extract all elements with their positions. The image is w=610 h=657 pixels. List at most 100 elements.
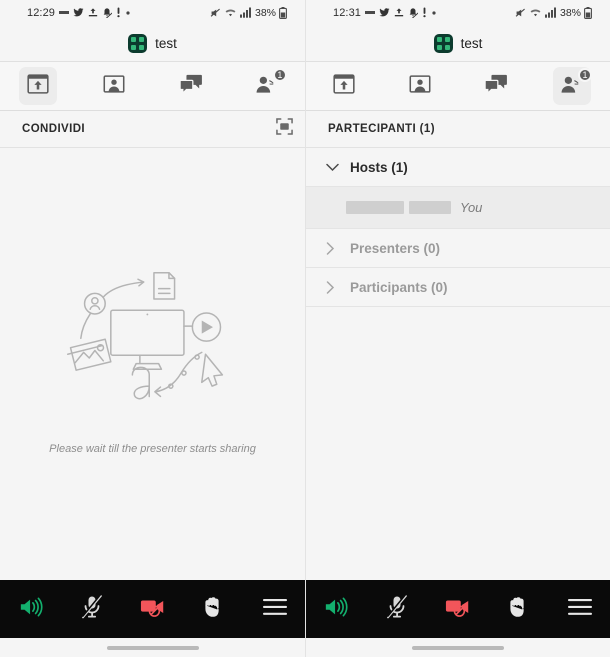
tab-participants[interactable]: 1 [534, 61, 610, 111]
sim-card-icon [59, 9, 70, 17]
more-options-button[interactable] [549, 580, 610, 638]
download-icon [88, 7, 98, 18]
person-video-icon [103, 74, 125, 98]
left-tab-bar: 1 [0, 61, 305, 111]
right-system-nav-bar [306, 638, 610, 657]
mic-off-icon [386, 593, 408, 624]
dual-screenshot-container: 12:29 38% test 1 CONDIVIDI Please wait t… [0, 0, 610, 657]
redacted-name-part-1 [346, 201, 404, 214]
wifi-icon [529, 7, 542, 18]
speaker-on-icon [19, 596, 43, 623]
chevron-right-icon [326, 241, 342, 255]
raise-hand-button[interactable] [488, 580, 549, 638]
tab-participants[interactable]: 1 [229, 61, 305, 111]
participants-count-badge: 1 [578, 68, 592, 82]
right-app-title-bar: test [306, 25, 610, 61]
speaker-on-icon [324, 596, 348, 623]
share-placeholder-body: Please wait till the presenter starts sh… [0, 148, 305, 580]
download-icon [394, 7, 404, 18]
dot-icon [125, 10, 131, 16]
participant-row-host[interactable]: You [306, 187, 610, 229]
meeting-title: test [155, 35, 177, 51]
section-title: PARTECIPANTI (1) [328, 123, 435, 135]
chevron-down-icon [326, 163, 342, 172]
tab-share-screen[interactable] [0, 61, 76, 111]
redacted-name-part-2 [409, 201, 451, 214]
status-bar-left-group: 12:31 [333, 7, 437, 19]
alert-icon [116, 7, 121, 18]
ringer-off-icon [514, 7, 526, 19]
tab-chat[interactable] [153, 61, 229, 111]
battery-icon [584, 6, 592, 19]
mute-bell-icon [408, 7, 419, 18]
tab-video[interactable] [382, 61, 458, 111]
screen-sharing-illustration [58, 268, 248, 423]
screen-share-icon [333, 73, 355, 99]
home-gesture-pill[interactable] [412, 645, 504, 650]
mute-bell-icon [102, 7, 113, 18]
group-label: Hosts (1) [350, 159, 408, 175]
camera-button[interactable] [122, 580, 183, 638]
group-label: Presenters (0) [350, 240, 441, 256]
dot-icon [431, 10, 437, 16]
fullscreen-icon[interactable] [276, 118, 293, 140]
left-bottom-controls [0, 580, 305, 638]
battery-percentage: 38% [559, 6, 581, 19]
chat-bubbles-icon [484, 74, 508, 99]
group-row-presenters[interactable]: Presenters (0) [306, 229, 610, 268]
hand-icon [507, 595, 531, 624]
home-gesture-pill[interactable] [106, 645, 199, 650]
person-video-icon [409, 74, 431, 98]
twitter-icon [73, 7, 84, 18]
right-tab-bar: 1 [306, 61, 610, 111]
signal-icon [544, 7, 557, 18]
speaker-button[interactable] [306, 580, 367, 638]
left-status-bar: 12:29 38% [0, 0, 305, 25]
status-bar-clock: 12:31 [333, 6, 362, 19]
battery-icon [279, 6, 287, 19]
camera-off-icon [445, 596, 471, 623]
mic-off-icon [81, 593, 103, 624]
section-title: CONDIVIDI [22, 123, 86, 135]
hamburger-menu-icon [567, 598, 592, 621]
right-bottom-controls [306, 580, 610, 638]
right-section-bar: PARTECIPANTI (1) [306, 111, 610, 148]
microphone-button[interactable] [367, 580, 428, 638]
participants-list: Hosts (1) You Presenters (0) Participant… [306, 148, 610, 580]
tab-chat[interactable] [458, 61, 534, 111]
app-grid-logo [128, 33, 148, 53]
participants-empty-area [306, 307, 610, 580]
chat-bubbles-icon [179, 74, 203, 99]
left-section-bar: CONDIVIDI [0, 111, 305, 148]
twitter-icon [379, 7, 390, 18]
status-bar-clock: 12:29 [27, 6, 56, 19]
left-system-nav-bar [0, 638, 305, 657]
camera-off-icon [140, 596, 166, 623]
left-phone-screen: 12:29 38% test 1 CONDIVIDI Please wait t… [0, 0, 305, 657]
right-status-bar: 12:31 38% [306, 0, 610, 25]
hamburger-menu-icon [262, 598, 287, 621]
chevron-right-icon [326, 280, 342, 294]
app-grid-logo [433, 33, 453, 53]
more-options-button[interactable] [244, 580, 305, 638]
battery-percentage: 38% [254, 6, 276, 19]
status-bar-right-group: 38% [514, 6, 592, 19]
sim-card-icon [365, 9, 376, 17]
camera-button[interactable] [428, 580, 489, 638]
status-bar-left-group: 12:29 [27, 7, 131, 19]
microphone-button[interactable] [61, 580, 122, 638]
group-row-participants[interactable]: Participants (0) [306, 268, 610, 307]
participants-count-badge: 1 [272, 68, 287, 82]
raise-hand-button[interactable] [183, 580, 244, 638]
tab-video[interactable] [76, 61, 152, 111]
tab-share-screen[interactable] [306, 61, 382, 111]
left-app-title-bar: test [0, 25, 305, 61]
speaker-button[interactable] [0, 580, 61, 638]
ringer-off-icon [209, 7, 221, 19]
group-row-hosts[interactable]: Hosts (1) [306, 148, 610, 187]
you-label: You [460, 200, 483, 215]
status-bar-right-group: 38% [209, 6, 287, 19]
signal-icon [239, 7, 252, 18]
screen-share-icon [27, 73, 49, 99]
alert-icon [422, 7, 427, 18]
